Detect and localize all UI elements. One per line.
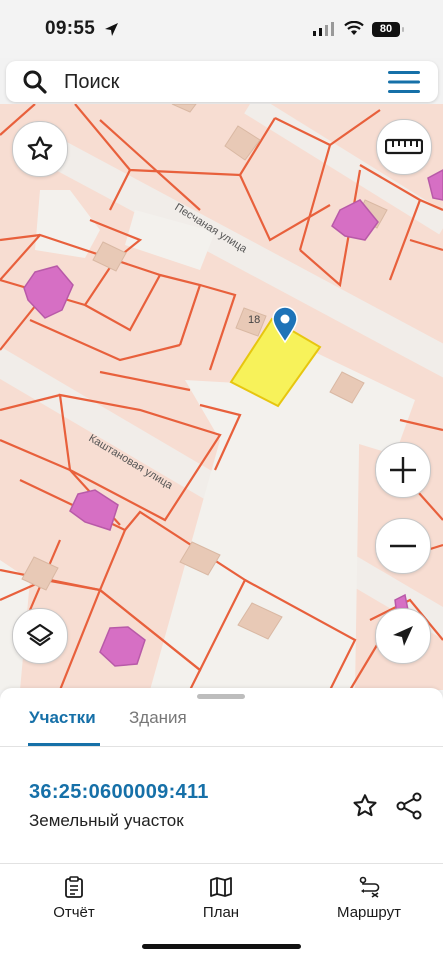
signal-icon xyxy=(313,22,334,36)
route-icon xyxy=(359,876,380,898)
search-bar[interactable] xyxy=(6,61,438,102)
status-bar: 09:55 80 xyxy=(0,0,443,58)
bottom-sheet: Участки Здания 36:25:0600009:411 Земельн… xyxy=(0,688,443,868)
star-icon[interactable] xyxy=(351,792,379,820)
divider xyxy=(0,746,443,747)
nav-plan-label: План xyxy=(202,904,240,921)
layers-icon xyxy=(26,623,54,647)
zoom-out-icon xyxy=(390,544,416,548)
parcel-type: Земельный участок xyxy=(29,811,184,830)
navigation-arrow-icon xyxy=(393,626,413,646)
tab-buildings[interactable]: Здания xyxy=(129,708,187,728)
my-location-button[interactable] xyxy=(375,608,431,664)
share-icon[interactable] xyxy=(396,792,424,820)
map-canvas[interactable]: Песчаная улица Каштановая улица 18 xyxy=(0,104,443,690)
battery-level: 80 xyxy=(379,23,393,35)
house-number: 18 xyxy=(248,314,260,326)
favorite-button[interactable] xyxy=(12,121,68,177)
wifi-icon xyxy=(344,21,364,35)
layers-button[interactable] xyxy=(12,608,68,664)
search-icon[interactable] xyxy=(22,69,48,95)
zoom-out-button[interactable] xyxy=(375,518,431,574)
divider xyxy=(0,863,443,864)
ruler-icon xyxy=(385,138,423,155)
battery-icon: 80 xyxy=(372,21,404,37)
nav-report[interactable]: Отчёт xyxy=(14,876,134,921)
tab-parcels[interactable]: Участки xyxy=(29,708,96,728)
report-icon xyxy=(65,876,83,898)
nav-report-label: Отчёт xyxy=(53,904,95,921)
status-time: 09:55 xyxy=(45,18,96,39)
nav-plan[interactable]: План xyxy=(161,876,281,921)
zoom-in-icon xyxy=(390,457,416,483)
search-input[interactable] xyxy=(64,69,364,95)
map-plan-icon xyxy=(210,877,232,897)
location-arrow-icon xyxy=(105,23,118,36)
nav-route-label: Маршрут xyxy=(337,904,401,921)
map-view[interactable]: Песчаная улица Каштановая улица 18 xyxy=(0,104,443,690)
nav-route[interactable]: Маршрут xyxy=(309,876,429,921)
zoom-in-button[interactable] xyxy=(375,442,431,498)
home-indicator xyxy=(142,944,301,949)
ruler-button[interactable] xyxy=(376,119,432,175)
menu-icon[interactable] xyxy=(388,69,420,95)
status-icons: 80 xyxy=(312,18,404,40)
cadastral-number[interactable]: 36:25:0600009:411 xyxy=(29,781,209,804)
favorite-icon xyxy=(27,136,53,160)
sheet-grabber[interactable] xyxy=(197,694,245,699)
